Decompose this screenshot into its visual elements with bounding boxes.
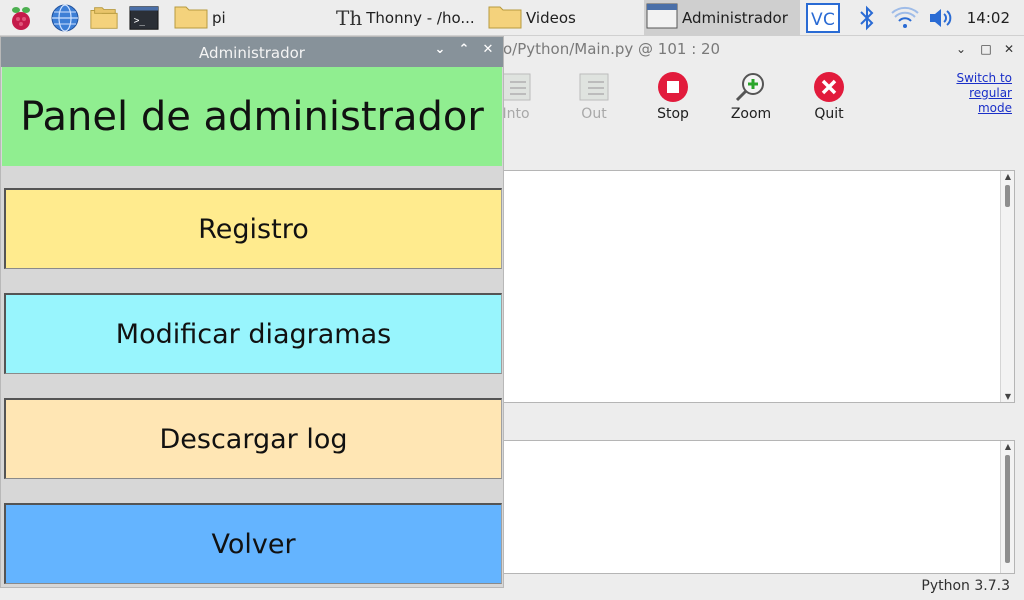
stop-icon <box>643 68 703 106</box>
task-administrador[interactable]: Administrador <box>644 0 800 36</box>
close-icon[interactable]: ✕ <box>1002 42 1016 56</box>
scroll-up-arrow-icon[interactable]: ▲ <box>1001 172 1015 181</box>
shell-scrollbar[interactable]: ▲ <box>1000 441 1014 573</box>
switch-mode-link[interactable]: Switch to regular mode <box>956 71 1012 116</box>
zoom-label: Zoom <box>730 106 772 122</box>
editor-pane[interactable]: ▲ ▼ <box>503 170 1015 403</box>
task-label: Videos <box>526 9 576 27</box>
close-icon[interactable]: ✕ <box>480 42 496 57</box>
task-videos[interactable]: Videos <box>484 0 642 36</box>
shell-pane[interactable]: ▲ <box>503 440 1015 574</box>
step-out-label: Out <box>581 106 607 122</box>
task-label: Administrador <box>682 9 788 27</box>
thonny-title: o/Python/Main.py @ 101 : 20 <box>503 40 721 58</box>
folder-icon <box>488 3 522 33</box>
task-thonny[interactable]: Th Thonny - /ho... <box>332 0 480 36</box>
task-label: pi <box>212 9 226 27</box>
task-pi[interactable]: pi <box>170 0 328 36</box>
scrollbar-thumb[interactable] <box>1005 185 1010 207</box>
volver-button[interactable]: Volver <box>4 503 502 584</box>
stop-label: Stop <box>657 106 689 122</box>
python-version[interactable]: Python 3.7.3 <box>921 578 1010 594</box>
svg-text:C: C <box>823 10 835 30</box>
terminal-icon[interactable]: >_ <box>129 3 159 33</box>
maximize-icon[interactable]: □ <box>979 42 993 56</box>
svg-text:V: V <box>811 10 823 30</box>
folder-icon <box>174 3 208 33</box>
chevron-down-icon[interactable]: ⌄ <box>954 42 968 56</box>
admin-title: Administrador <box>199 44 305 62</box>
task-label: Thonny - /ho... <box>366 9 475 27</box>
quit-icon <box>799 68 859 106</box>
file-manager-icon[interactable] <box>89 3 119 33</box>
quit-label: Quit <box>814 106 844 122</box>
volume-icon[interactable] <box>926 3 956 33</box>
taskbar: >_ pi Th Thonny - /ho... Videos Administ… <box>0 0 1024 36</box>
vnc-icon[interactable]: V C <box>805 3 841 33</box>
zoom-button[interactable]: Zoom <box>721 68 781 122</box>
descargar-log-button[interactable]: Descargar log <box>4 398 502 479</box>
wifi-icon[interactable] <box>890 3 920 33</box>
raspberry-menu-icon[interactable] <box>6 3 36 33</box>
admin-window: Administrador ⌄ ⌃ ✕ Panel de administrad… <box>0 36 504 588</box>
web-browser-icon[interactable] <box>50 3 80 33</box>
registro-button[interactable]: Registro <box>4 188 502 269</box>
admin-heading: Panel de administrador <box>2 67 502 166</box>
scrollbar-thumb[interactable] <box>1005 455 1010 563</box>
stop-button[interactable]: Stop <box>643 68 703 122</box>
window-icon <box>646 2 678 34</box>
chevron-down-icon[interactable]: ⌄ <box>432 42 448 57</box>
quit-button[interactable]: Quit <box>799 68 859 122</box>
editor-scrollbar[interactable]: ▲ ▼ <box>1000 171 1014 402</box>
scroll-down-arrow-icon[interactable]: ▼ <box>1001 392 1015 401</box>
svg-text:>_: >_ <box>134 16 146 27</box>
scroll-up-arrow-icon[interactable]: ▲ <box>1001 442 1015 451</box>
switch-mode-line: regular <box>969 86 1012 100</box>
modificar-diagramas-button[interactable]: Modificar diagramas <box>4 293 502 374</box>
switch-mode-line: Switch to <box>956 71 1012 85</box>
chevron-up-icon[interactable]: ⌃ <box>456 42 472 57</box>
thonny-icon: Th <box>336 6 363 30</box>
bluetooth-icon[interactable] <box>852 3 882 33</box>
admin-titlebar[interactable]: Administrador ⌄ ⌃ ✕ <box>1 37 503 67</box>
step-out-icon <box>564 68 624 106</box>
clock: 14:02 <box>966 9 1010 27</box>
switch-mode-line: mode <box>977 101 1012 115</box>
step-out-button[interactable]: Out <box>564 68 624 122</box>
zoom-icon <box>721 68 781 106</box>
